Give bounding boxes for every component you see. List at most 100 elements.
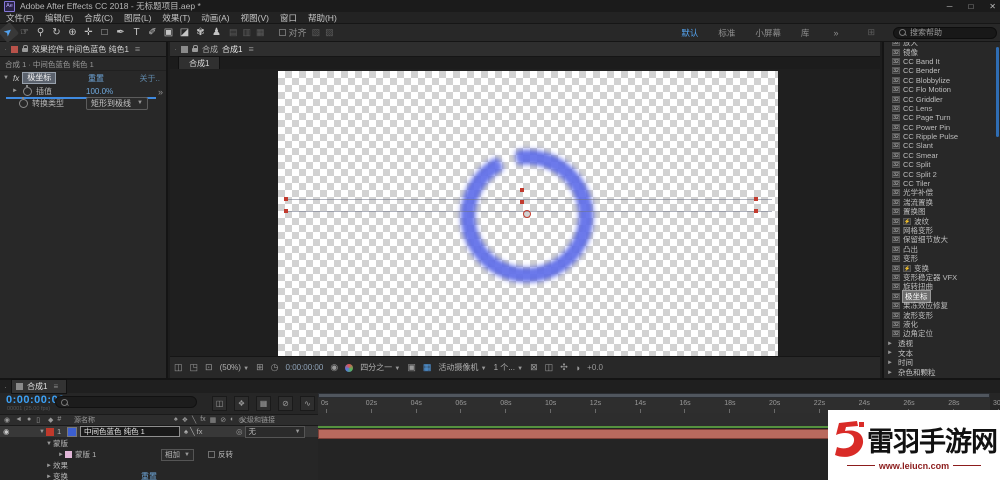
exposure-value[interactable]: +0.0 — [587, 363, 603, 372]
workspace-overflow-button[interactable]: » — [833, 28, 838, 38]
roto-brush-tool-icon[interactable]: ✾ — [193, 25, 208, 40]
layer-row[interactable]: ◉ ▼ 1 中间色蓝色 纯色 1 ♠ ╲ fx ◎ 无 ▼ — [0, 425, 318, 438]
composition-tab[interactable]: · 合成 合成1 ≡ — [170, 42, 880, 57]
effect-item-变形[interactable]: 32 变形 — [884, 254, 1000, 263]
safe-zones-icon[interactable]: ⊞ — [256, 362, 264, 373]
menu-item-H[interactable]: 帮助(H) — [308, 12, 337, 24]
exposure-icon[interactable]: ◑ — [575, 363, 580, 373]
timeline-toggle-icon-0[interactable]: ◫ — [212, 396, 227, 411]
effect-item-CC Lens[interactable]: 32 CC Lens — [884, 104, 1000, 113]
switch-column-icon-3[interactable]: fx — [200, 416, 205, 424]
menu-item-L[interactable]: 图层(L) — [124, 12, 151, 24]
close-button[interactable]: ✕ — [989, 2, 996, 11]
effect-item-波纹[interactable]: 32 ⚡ 波纹 — [884, 216, 1000, 226]
transform-reset-link[interactable]: 重置 — [141, 471, 157, 480]
resolution-dropdown[interactable]: 四分之一 ▼ — [360, 362, 400, 373]
mask-vertex-handle[interactable] — [520, 188, 524, 192]
effect-item-保留细节放大[interactable]: 32 保留细节放大 — [884, 235, 1000, 244]
eye-icon[interactable]: ◉ — [0, 427, 13, 436]
pen-tool-icon[interactable]: ✒ — [113, 25, 128, 40]
switch-column-icon-4[interactable]: ▦ — [210, 416, 217, 424]
axis-mode-icon-2[interactable]: ▦ — [256, 27, 265, 38]
effect-item-CC Tiler[interactable]: 32 CC Tiler — [884, 179, 1000, 188]
layer-expander[interactable]: ▼ — [39, 429, 46, 435]
switch-column-icon-0[interactable]: ♠ — [174, 416, 178, 424]
mask-mode-dropdown[interactable]: 相加 ▼ — [161, 448, 194, 461]
param-value[interactable]: 100.0% — [86, 87, 113, 96]
switch-column-icon-5[interactable]: ⊘ — [220, 416, 226, 424]
timeline-toggle-icon-2[interactable]: ▦ — [256, 396, 271, 411]
workspace-tab-小屏幕[interactable]: 小屏幕 — [755, 27, 781, 39]
effect-item-边角定位[interactable]: 32 边角定位 — [884, 329, 1000, 338]
primary-viewer-icon[interactable]: ◳ — [190, 362, 199, 373]
mask-vertex-handle[interactable] — [754, 197, 758, 201]
effect-item-液化[interactable]: 32 液化 — [884, 320, 1000, 329]
mask-color-swatch[interactable] — [65, 451, 72, 458]
zoom-tool-icon[interactable]: ⚲ — [33, 25, 48, 40]
effect-about-link[interactable]: 关于.. — [140, 73, 160, 84]
brush-tool-icon[interactable]: ✐ — [145, 25, 160, 40]
workspace-tab-默认[interactable]: 默认 — [681, 27, 698, 39]
menu-item-E[interactable]: 编辑(E) — [45, 12, 73, 24]
mask-vertex-handle[interactable] — [284, 197, 288, 201]
invert-checkbox[interactable] — [207, 451, 215, 458]
av-column-icon-2[interactable]: ● — [27, 416, 31, 424]
effects-group-row[interactable]: ► 效果 — [0, 460, 318, 471]
timeline-toggle-icon-3[interactable]: ⊘ — [278, 396, 293, 411]
fast-previews-icon[interactable]: ◫ — [545, 362, 554, 373]
menu-item-F[interactable]: 文件(F) — [6, 12, 34, 24]
switch-column-icon-1[interactable]: ❖ — [182, 416, 188, 424]
effect-item-CC Split[interactable]: 32 CC Split — [884, 160, 1000, 169]
effect-item-置换图[interactable]: 32 置换图 — [884, 207, 1000, 216]
scrollbar[interactable] — [996, 47, 999, 137]
minimize-button[interactable]: ─ — [947, 2, 953, 11]
group-expander[interactable]: ▼ — [46, 441, 53, 447]
effect-item-CC Griddler[interactable]: 32 CC Griddler — [884, 94, 1000, 104]
active-camera-dropdown[interactable]: 活动摄像机 ▼ — [438, 362, 486, 373]
label-color-swatch[interactable] — [46, 427, 54, 436]
av-column-icon-0[interactable]: ◉ — [4, 416, 10, 424]
av-column-icon-1[interactable]: ◄ — [15, 416, 22, 424]
timeline-button-icon[interactable]: ✣ — [560, 362, 568, 373]
menu-item-V[interactable]: 视图(V) — [241, 12, 269, 24]
menu-item-[interactable]: 窗口 — [280, 12, 297, 24]
timeline-toggle-icon-4[interactable]: ∿ — [300, 396, 315, 411]
workspace-icon[interactable]: ⊞ — [867, 27, 875, 38]
masks-group-row[interactable]: ▼ 蒙版 — [0, 438, 318, 449]
toolbar-extra-icon-0[interactable]: ▧ — [312, 27, 321, 38]
conversion-type-dropdown[interactable]: 矩形到极线 ▼ — [86, 96, 148, 110]
effect-item-CC Ripple Pulse[interactable]: 32 CC Ripple Pulse — [884, 132, 1000, 141]
panel-menu-icon[interactable]: ≡ — [248, 44, 253, 54]
effect-item-CC Split 2[interactable]: 32 CC Split 2 — [884, 169, 1000, 179]
timeline-toggle-icon-1[interactable]: ❖ — [234, 396, 249, 411]
mask-expander[interactable]: ► — [58, 452, 65, 458]
index-column-icon[interactable]: # — [57, 416, 61, 424]
transparency-grid-icon[interactable]: ▦ — [423, 362, 432, 373]
effect-item-CC Band It[interactable]: 32 CC Band It — [884, 57, 1000, 66]
view-layout-dropdown[interactable]: 1 个... ▼ — [494, 362, 524, 373]
mask-visibility-icon[interactable]: ◷ — [271, 362, 279, 373]
magnification-icon[interactable]: ⊡ — [205, 362, 213, 373]
pan-behind-tool-icon[interactable]: ✛ — [81, 25, 96, 40]
pickwhip-icon[interactable]: ◎ — [236, 427, 243, 436]
show-channel-icon[interactable] — [345, 363, 354, 372]
menu-item-T[interactable]: 效果(T) — [162, 12, 190, 24]
timeline-search-box[interactable] — [55, 396, 197, 408]
zoom-level-dropdown[interactable]: (50%) ▼ — [220, 363, 250, 372]
region-of-interest-icon[interactable]: ▣ — [407, 362, 416, 373]
effect-item-波形变形[interactable]: 32 波形变形 — [884, 310, 1000, 320]
mask-row[interactable]: ► 蒙版 1 相加 ▼ 反转 — [0, 448, 318, 461]
clone-stamp-tool-icon[interactable]: ▣ — [161, 25, 176, 40]
effect-item-CC Slant[interactable]: 32 CC Slant — [884, 141, 1000, 150]
effect-item-湍流置换[interactable]: 32 湍流置换 — [884, 198, 1000, 207]
stopwatch-icon[interactable] — [19, 96, 28, 108]
effect-item-旋转扭曲[interactable]: 32 旋转扭曲 — [884, 282, 1000, 291]
parent-dropdown[interactable]: 无 ▼ — [244, 425, 305, 438]
pixel-aspect-icon[interactable]: ⊠ — [530, 362, 538, 373]
stopwatch-icon[interactable] — [23, 84, 32, 96]
type-tool-icon[interactable]: T — [129, 25, 144, 40]
always-preview-icon[interactable]: ◫ — [174, 362, 183, 373]
mask-vertex-handle[interactable] — [520, 200, 524, 204]
effect-item-CC Smear[interactable]: 32 CC Smear — [884, 151, 1000, 160]
workspace-tab-库[interactable]: 库 — [801, 27, 810, 39]
